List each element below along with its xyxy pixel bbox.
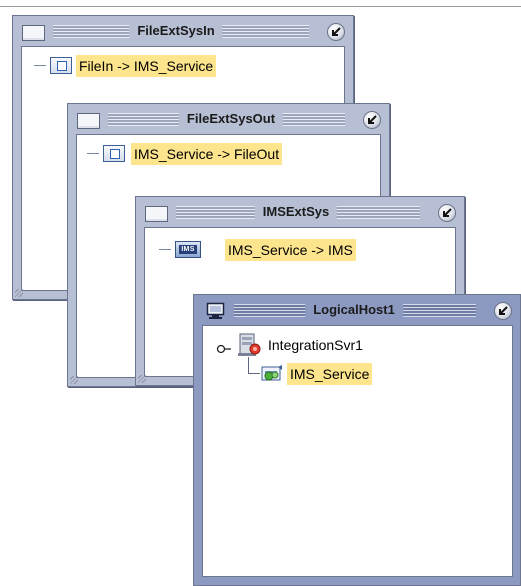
minimize-icon (368, 115, 377, 124)
window-title: IMSExtSys (254, 202, 338, 222)
window-title: FileExtSysIn (129, 21, 223, 41)
tree-node-fileout[interactable]: IMS_Service -> FileOut (131, 143, 283, 165)
titlebar[interactable]: LogicalHost1 (194, 295, 520, 325)
top-divider (0, 6, 521, 7)
tree-connector (159, 249, 171, 250)
tree-node-filein[interactable]: FileIn -> IMS_Service (76, 55, 217, 77)
resize-handle[interactable] (70, 376, 78, 384)
pin-icon[interactable] (216, 343, 232, 355)
tree-node-ims[interactable]: IMS_Service -> IMS (225, 239, 356, 261)
window-title: FileExtSysOut (178, 109, 284, 129)
window-logicalhost1[interactable]: LogicalHost1 IntegrationSvr1 IMS_Service (193, 294, 521, 586)
window-content: IntegrationSvr1 IMS_Service (202, 325, 513, 577)
titlebar[interactable]: FileExtSysOut (68, 104, 389, 134)
minimize-icon (499, 306, 508, 315)
minimize-button[interactable] (327, 23, 345, 41)
component-icon (103, 145, 125, 162)
component-icon (50, 57, 72, 74)
minimize-button[interactable] (363, 111, 381, 129)
server-icon (238, 333, 261, 356)
tree-connector (248, 357, 249, 373)
titlebar[interactable]: IMSExtSys (136, 197, 464, 227)
minimize-button[interactable] (438, 204, 456, 222)
tree-node-server[interactable]: IntegrationSvr1 (265, 334, 366, 356)
minimize-button[interactable] (494, 302, 512, 320)
window-title: LogicalHost1 (305, 300, 403, 320)
tree-connector (87, 153, 99, 154)
minimize-icon (332, 27, 341, 36)
monitor-icon (206, 302, 225, 319)
resize-handle[interactable] (15, 289, 23, 297)
tree-connector (34, 65, 46, 66)
minimize-icon (443, 208, 452, 217)
window-box-icon (77, 113, 100, 129)
service-icon (261, 365, 282, 381)
titlebar[interactable]: FileExtSysIn (13, 16, 353, 46)
resize-handle[interactable] (138, 375, 146, 383)
window-box-icon (145, 206, 168, 222)
tree-node-service[interactable]: IMS_Service (287, 363, 373, 385)
ims-icon: IMS (175, 241, 201, 258)
tree-connector (248, 373, 260, 374)
window-box-icon (22, 25, 45, 41)
